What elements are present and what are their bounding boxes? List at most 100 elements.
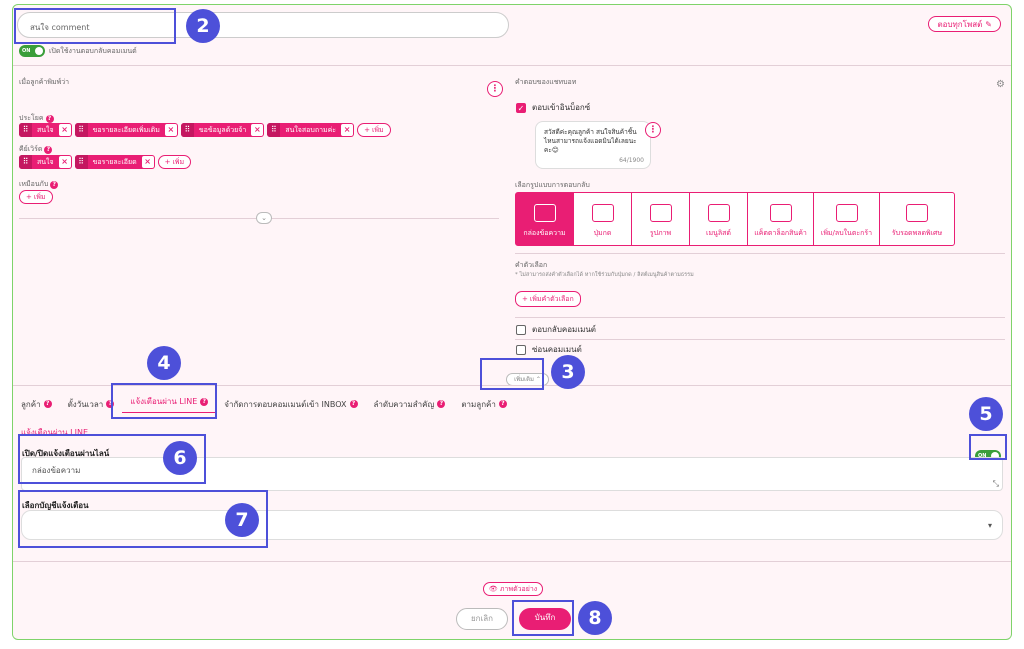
more-options-icon[interactable]: ⋮ [487, 81, 503, 97]
add-label: เพิ่ม [371, 125, 384, 134]
tab-customer[interactable]: ลูกค้า? [13, 398, 60, 411]
help-icon: ? [437, 400, 446, 408]
annotation-text: 4 [157, 352, 171, 374]
annotation-box-8 [512, 600, 574, 636]
inbox-checkbox[interactable]: ✓ [516, 102, 526, 113]
preview-button[interactable]: 👁 ภาพตัวอย่าง [483, 582, 543, 596]
annotation-text: 8 [588, 607, 602, 629]
hide-comment-checkbox[interactable] [516, 344, 526, 355]
type-image[interactable]: รูปภาพ [632, 193, 690, 245]
comment-reply-label: เปิดใช้งานตอบกลับคอมเมนต์ [49, 46, 137, 55]
tab-label: ตามลูกค้า [461, 399, 496, 409]
trigger-heading: เมื่อลูกค้าพิมพ์ว่า [19, 78, 70, 86]
drag-handle-icon[interactable]: ⠿ [267, 123, 281, 137]
resize-handle-icon[interactable]: ⤡ [993, 479, 999, 489]
type-label: รับรอดพลดพิเศษ [891, 229, 943, 237]
annotation-text: 6 [173, 447, 187, 469]
help-icon: ? [498, 400, 507, 408]
close-icon[interactable]: × [164, 124, 177, 136]
chip-label: สนใจ [37, 125, 54, 134]
close-icon[interactable]: × [341, 124, 354, 136]
close-icon[interactable]: × [58, 156, 71, 168]
annotation-box-4 [111, 383, 217, 419]
add-label: เพิ่ม [172, 157, 185, 166]
cart-icon [835, 204, 858, 222]
close-icon[interactable]: × [141, 156, 154, 168]
help-icon: ? [44, 145, 53, 154]
type-button[interactable]: ปุ่มกด [574, 193, 632, 245]
caret-down-icon: ▾ [987, 521, 992, 530]
comment-reply-toggle[interactable]: ON [19, 45, 45, 57]
chip-label: ขอรายละเอียด [92, 157, 137, 166]
add-quick-reply-button[interactable]: + เพิ่มคำตัวเลือก [515, 291, 581, 307]
expand-chevron-icon[interactable]: ⌄ [256, 212, 272, 224]
bubble-text: สวัสดีค่ะคุณลูกค้า สนใจสินค้าชิ้นไหนสามา… [544, 128, 637, 154]
type-label: เพิ่ม/ลบในตะกร้า [820, 229, 873, 237]
type-textbox[interactable]: กล่องข้อความ [516, 193, 574, 245]
reply-bubble[interactable]: สวัสดีค่ะคุณลูกค้า สนใจสินค้าชิ้นไหนสามา… [535, 121, 651, 169]
bot-reply-heading: คำตอบของแชทบอท [515, 78, 577, 86]
type-label: แค็ตตาล็อกสินค้า [754, 229, 807, 237]
help-icon: ? [43, 400, 52, 408]
type-cart[interactable]: เพิ่ม/ลบในตะกร้า [814, 193, 880, 245]
type-menu-list[interactable]: เมนูลิสต์ [690, 193, 748, 245]
reply-type-heading: เลือกรูปแบบการตอบกลับ [515, 181, 590, 189]
reply-comment-label: ตอบกลับคอมเมนต์ [532, 325, 597, 334]
keyword-chip[interactable]: ⠿ ขอรายละเอียด × [74, 155, 155, 169]
close-icon[interactable]: × [251, 124, 264, 136]
type-catalog[interactable]: แค็ตตาล็อกสินค้า [748, 193, 814, 245]
type-label: ปุ่มกด [593, 229, 612, 237]
tab-label: จำกัดการตอบคอมเมนต์เข้า INBOX [224, 399, 347, 409]
drag-handle-icon[interactable]: ⠿ [74, 155, 88, 169]
pencil-icon: ✎ [985, 19, 992, 29]
reply-comment-checkbox[interactable] [516, 324, 526, 335]
chip-label: ขอข้อมูลด้วยจ้า [198, 125, 247, 134]
add-quick-label: เพิ่มคำตัวเลือก [529, 294, 574, 303]
drag-handle-icon[interactable]: ⠿ [19, 123, 32, 137]
tab-follow-customer[interactable]: ตามลูกค้า? [453, 398, 515, 411]
gear-icon[interactable]: ⚙ [996, 79, 1005, 90]
keyword-chip[interactable]: ⠿ สนใจ × [19, 155, 72, 169]
drag-handle-icon[interactable]: ⠿ [74, 123, 88, 137]
chat-bubble-icon [533, 204, 556, 222]
bubble-options-icon[interactable]: ⋮ [645, 122, 661, 138]
reply-all-label: ตอบทุกโพสต์ [937, 19, 983, 29]
plus-icon: + [364, 126, 370, 134]
annotation-number-5: 5 [969, 397, 1003, 431]
annotation-text: 2 [196, 15, 210, 37]
cancel-button[interactable]: ยกเลิก [456, 608, 508, 630]
type-label: เมนูลิสต์ [706, 229, 731, 237]
tab-priority[interactable]: ลำดับความสำคัญ? [366, 398, 454, 411]
tab-inbox-limit[interactable]: จำกัดการตอบคอมเมนต์เข้า INBOX? [216, 398, 365, 411]
drag-handle-icon[interactable]: ⠿ [180, 123, 194, 137]
annotation-number-4: 4 [147, 346, 181, 380]
tab-label: ลำดับความสำคัญ [373, 399, 435, 409]
annotation-box-3 [480, 358, 544, 390]
cursor-click-icon [591, 204, 614, 222]
type-special-promo[interactable]: รับรอดพลดพิเศษ [880, 193, 954, 245]
store-icon [769, 204, 792, 222]
chip-label: ขอรายละเอียดเพิ่มเติม [92, 125, 160, 134]
add-keyword-button[interactable]: + เพิ่ม [157, 155, 192, 169]
sentence-chip[interactable]: ⠿ ขอรายละเอียดเพิ่มเติม × [74, 123, 178, 137]
close-icon[interactable]: × [58, 124, 71, 136]
drag-handle-icon[interactable]: ⠿ [19, 155, 32, 169]
sentence-chip[interactable]: ⠿ สนใจสอบถามค่ะ × [267, 123, 355, 137]
plus-icon: + [522, 295, 528, 303]
reply-all-button[interactable]: ตอบทุกโพสต์ ✎ [928, 16, 1001, 32]
eye-icon: 👁 [488, 585, 498, 593]
add-similar-button[interactable]: + เพิ่ม [19, 190, 53, 204]
toggle-on-text: ON [22, 48, 31, 54]
sentence-chip[interactable]: ⠿ สนใจ × [19, 123, 72, 137]
plus-icon: + [26, 193, 32, 201]
annotation-box-5 [969, 434, 1007, 460]
help-icon: ? [50, 180, 59, 189]
promo-icon [906, 204, 928, 222]
sentence-chip[interactable]: ⠿ ขอข้อมูลด้วยจ้า × [180, 123, 265, 137]
quick-reply-note: * ไม่สามารถส่งคำตัวเลือกได้ หากใช้ร่วมกั… [515, 272, 694, 278]
keyword-label: คีย์เวิร์ด [19, 145, 43, 153]
add-sentence-button[interactable]: + เพิ่ม [357, 123, 391, 137]
similar-label: เหมือนกับ [19, 180, 49, 188]
type-label: รูปภาพ [649, 229, 672, 237]
type-label: กล่องข้อความ [523, 229, 566, 237]
